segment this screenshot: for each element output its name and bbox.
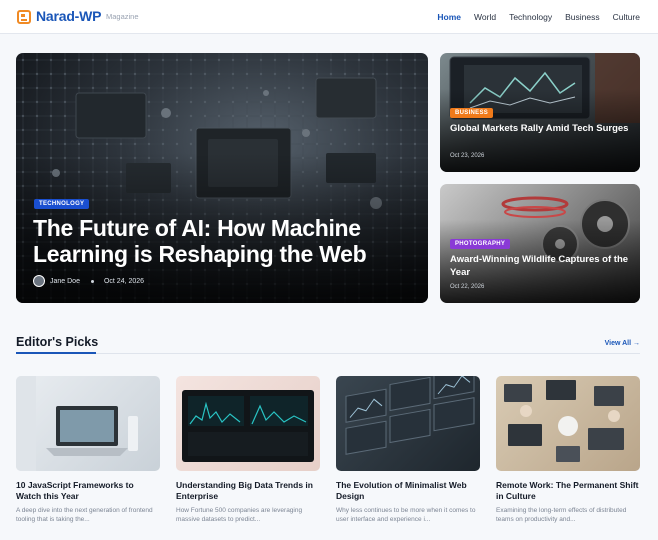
nav-culture[interactable]: Culture xyxy=(613,12,640,22)
hero-meta: Jane Doe Oct 24, 2026 xyxy=(33,275,144,287)
article-card[interactable]: The Evolution of Minimalist Web Design W… xyxy=(336,376,480,524)
side-story[interactable]: BUSINESS Global Markets Rally Amid Tech … xyxy=(440,53,640,172)
side-story-title[interactable]: Award-Winning Wildlife Captures of the Y… xyxy=(450,254,630,279)
article-title[interactable]: Understanding Big Data Trends in Enterpr… xyxy=(176,480,320,502)
site-brand[interactable]: Narad-WP xyxy=(36,8,101,24)
site-tagline: Magazine xyxy=(106,12,139,21)
article-excerpt: Why less continues to be more when it co… xyxy=(336,507,476,523)
publish-date: Oct 23, 2026 xyxy=(450,153,485,159)
article-title[interactable]: Remote Work: The Permanent Shift in Cult… xyxy=(496,480,640,502)
category-badge[interactable]: TECHNOLOGY xyxy=(34,199,90,209)
publish-date: Oct 22, 2026 xyxy=(450,284,485,290)
nav-technology[interactable]: Technology xyxy=(509,12,552,22)
newspaper-icon[interactable] xyxy=(17,10,31,24)
publish-date: Oct 24, 2026 xyxy=(103,277,145,285)
article-thumbnail[interactable] xyxy=(336,376,480,471)
side-story-title[interactable]: Global Markets Rally Amid Tech Surges xyxy=(450,123,630,136)
nav-world[interactable]: World xyxy=(474,12,496,22)
view-all-link[interactable]: View All → xyxy=(605,340,640,347)
article-card[interactable]: 10 JavaScript Frameworks to Watch this Y… xyxy=(16,376,160,524)
section-title: Editor's Picks xyxy=(16,335,99,349)
article-card[interactable]: Remote Work: The Permanent Shift in Cult… xyxy=(496,376,640,524)
category-badge[interactable]: PHOTOGRAPHY xyxy=(450,239,511,249)
side-story[interactable]: PHOTOGRAPHY Award-Winning Wildlife Captu… xyxy=(440,184,640,303)
article-excerpt: Examining the long-term effects of distr… xyxy=(496,507,627,523)
hero-story[interactable]: TECHNOLOGY The Future of AI: How Machine… xyxy=(16,53,428,303)
category-badge[interactable]: BUSINESS xyxy=(450,108,494,118)
article-thumbnail[interactable] xyxy=(16,376,160,471)
article-thumbnail[interactable] xyxy=(176,376,320,471)
section-divider xyxy=(16,353,640,354)
article-thumbnail[interactable] xyxy=(496,376,640,471)
article-title[interactable]: 10 JavaScript Frameworks to Watch this Y… xyxy=(16,480,160,502)
article-card[interactable]: Understanding Big Data Trends in Enterpr… xyxy=(176,376,320,524)
site-header: Narad-WP Magazine Home World Technology … xyxy=(0,0,658,34)
article-title[interactable]: The Evolution of Minimalist Web Design xyxy=(336,480,480,502)
author-avatar xyxy=(33,275,45,287)
article-excerpt: A deep dive into the next generation of … xyxy=(16,507,153,523)
nav-business[interactable]: Business xyxy=(565,12,600,22)
hero-title[interactable]: The Future of AI: How Machine Learning i… xyxy=(33,215,423,267)
author-name[interactable]: Jane Doe xyxy=(50,278,80,285)
section-title-underline xyxy=(16,352,96,354)
main-nav: Home World Technology Business Culture xyxy=(424,12,640,22)
nav-home[interactable]: Home xyxy=(437,12,461,22)
article-excerpt: How Fortune 500 companies are leveraging… xyxy=(176,507,303,523)
meta-separator xyxy=(90,279,94,283)
